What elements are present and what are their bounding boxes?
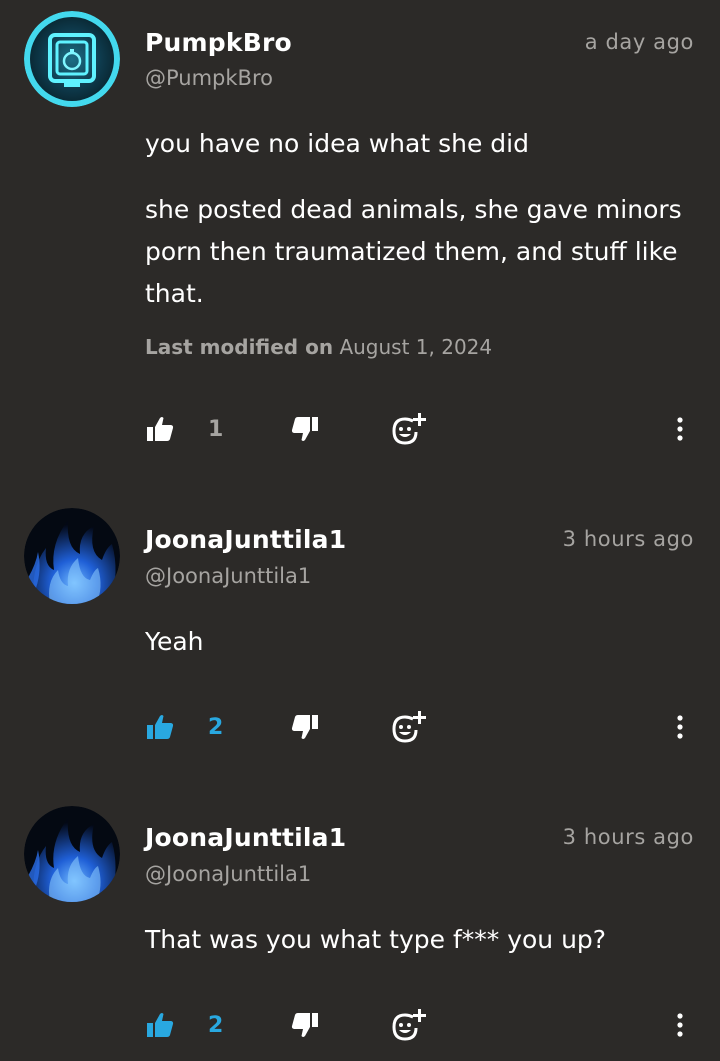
more-options-button[interactable] xyxy=(668,409,692,449)
comment-text: Yeah xyxy=(145,627,204,656)
comment-actions: 1 xyxy=(0,409,720,449)
comment-actions: 2 xyxy=(0,707,720,747)
author-handle: @JoonaJunttila1 xyxy=(145,564,312,588)
add-reaction-button[interactable] xyxy=(391,409,427,449)
add-reaction-icon xyxy=(392,1009,426,1041)
comment-text: you have no idea what she did xyxy=(145,129,529,158)
add-reaction-icon xyxy=(392,413,426,445)
thumbs-down-icon xyxy=(291,417,318,441)
more-vertical-icon xyxy=(677,417,683,441)
avatar[interactable] xyxy=(24,806,120,902)
thumbs-up-icon xyxy=(147,715,174,739)
add-reaction-button[interactable] xyxy=(391,707,427,747)
avatar[interactable] xyxy=(24,11,120,107)
dislike-button[interactable] xyxy=(291,707,319,747)
like-button[interactable] xyxy=(146,1005,174,1045)
like-button[interactable] xyxy=(146,707,174,747)
thumbs-down-icon xyxy=(291,715,318,739)
avatar[interactable] xyxy=(24,508,120,604)
comment-text: That was you what type f*** you up? xyxy=(145,925,607,954)
add-reaction-icon xyxy=(392,711,426,743)
comment-text: she posted dead animals, she gave minors… xyxy=(145,195,682,308)
like-button[interactable] xyxy=(146,409,174,449)
add-reaction-button[interactable] xyxy=(391,1005,427,1045)
more-vertical-icon xyxy=(677,1013,683,1037)
dislike-button[interactable] xyxy=(291,1005,319,1045)
dislike-button[interactable] xyxy=(291,409,319,449)
author-name[interactable]: JoonaJunttila1 xyxy=(145,823,346,852)
timestamp: 3 hours ago xyxy=(562,527,694,551)
like-count: 2 xyxy=(208,714,224,740)
more-vertical-icon xyxy=(677,715,683,739)
thumbs-up-icon xyxy=(147,1013,174,1037)
author-handle: @PumpkBro xyxy=(145,66,273,90)
comment-actions: 2 xyxy=(0,1005,720,1045)
last-modified-date: August 1, 2024 xyxy=(339,335,493,359)
last-modified-label: Last modified on xyxy=(145,335,334,359)
like-count: 1 xyxy=(208,416,224,442)
timestamp: 3 hours ago xyxy=(562,825,694,849)
like-count: 2 xyxy=(208,1012,224,1038)
last-modified: Last modified on August 1, 2024 xyxy=(145,335,492,359)
author-name[interactable]: JoonaJunttila1 xyxy=(145,525,346,554)
pumpkin-neon-avatar-icon xyxy=(24,11,120,107)
thumbs-up-icon xyxy=(147,417,174,441)
blue-flame-avatar-icon xyxy=(24,508,120,604)
more-options-button[interactable] xyxy=(668,707,692,747)
author-name[interactable]: PumpkBro xyxy=(145,28,292,57)
timestamp: a day ago xyxy=(584,30,694,54)
more-options-button[interactable] xyxy=(668,1005,692,1045)
author-handle: @JoonaJunttila1 xyxy=(145,862,312,886)
thumbs-down-icon xyxy=(291,1013,318,1037)
blue-flame-avatar-icon xyxy=(24,806,120,902)
